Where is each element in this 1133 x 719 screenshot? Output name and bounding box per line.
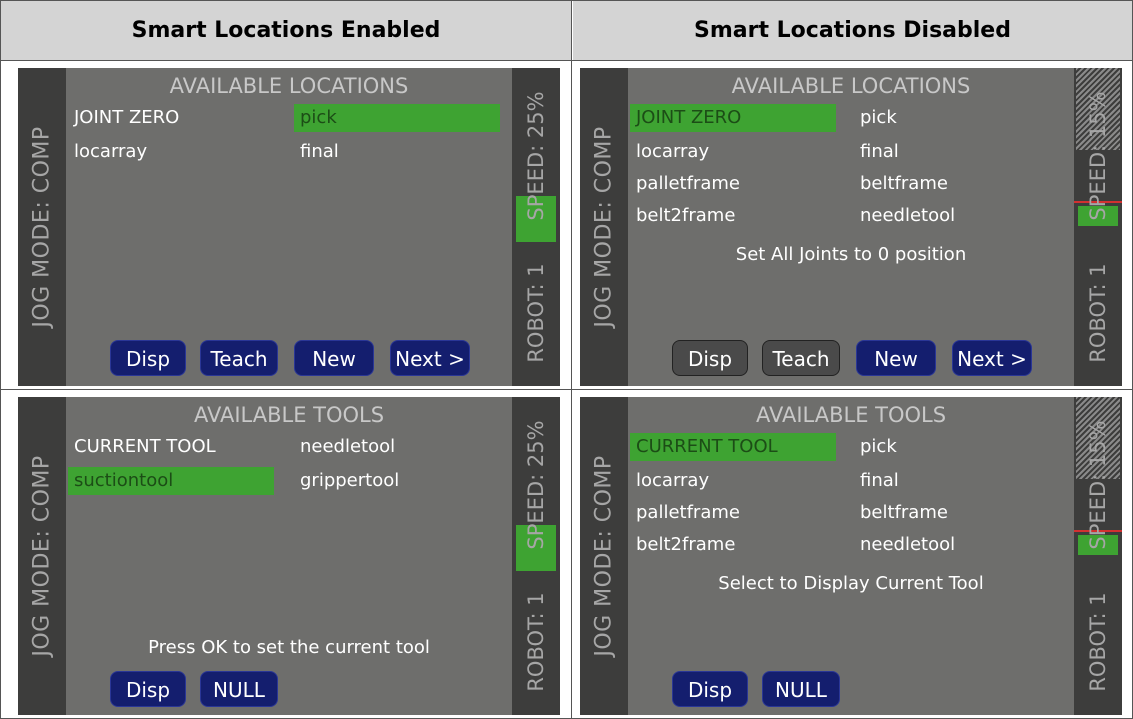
location-item-beltframe[interactable]: beltframe xyxy=(854,170,1054,198)
null-button[interactable]: NULL xyxy=(762,671,840,707)
screen-locations-enabled: JOG MODE: COMP AVAILABLE LOCATIONS JOINT… xyxy=(18,68,560,386)
jog-mode-strip[interactable]: JOG MODE: COMP xyxy=(18,397,66,715)
jog-mode-label: JOG MODE: COMP xyxy=(591,126,617,328)
tool-item-needletool[interactable]: needletool xyxy=(294,433,494,461)
status-strip: SPEED: 25% ROBOT: 1 xyxy=(512,397,560,715)
next-button[interactable]: Next > xyxy=(390,340,470,376)
new-button[interactable]: New xyxy=(856,340,936,376)
robot-label[interactable]: ROBOT: 1 xyxy=(524,263,548,362)
location-item-belt2frame[interactable]: belt2frame xyxy=(630,202,830,230)
location-item-pick[interactable]: pick xyxy=(854,104,1054,132)
tool-item-belt2frame[interactable]: belt2frame xyxy=(630,531,830,559)
tool-item-needletool[interactable]: needletool xyxy=(854,531,1054,559)
tool-item-final[interactable]: final xyxy=(854,467,1054,495)
table-border-top xyxy=(0,0,1133,1)
tool-item-beltframe[interactable]: beltframe xyxy=(854,499,1054,527)
screen-tools-enabled: JOG MODE: COMP AVAILABLE TOOLS CURRENT T… xyxy=(18,397,560,715)
jog-mode-label: JOG MODE: COMP xyxy=(29,455,55,657)
location-item-joint-zero[interactable]: JOINT ZERO xyxy=(68,104,268,132)
tool-item-current-tool-selected[interactable]: CURRENT TOOL xyxy=(630,433,836,461)
teach-button[interactable]: Teach xyxy=(200,340,278,376)
screen-title: AVAILABLE TOOLS xyxy=(755,403,947,427)
tool-item-pick[interactable]: pick xyxy=(854,433,1054,461)
null-button[interactable]: NULL xyxy=(200,671,278,707)
table-border-left xyxy=(0,0,1,719)
status-strip: SPEED: 15% ROBOT: 1 xyxy=(1074,68,1122,386)
tool-item-current-tool[interactable]: CURRENT TOOL xyxy=(68,433,278,461)
header-enabled: Smart Locations Enabled xyxy=(1,0,571,60)
tool-item-grippertool[interactable]: grippertool xyxy=(294,467,494,495)
location-item-palletframe[interactable]: palletframe xyxy=(630,170,830,198)
location-item-needletool[interactable]: needletool xyxy=(854,202,1054,230)
screen-tools-disabled: JOG MODE: COMP AVAILABLE TOOLS CURRENT T… xyxy=(580,397,1122,715)
location-item-joint-zero-selected[interactable]: JOINT ZERO xyxy=(630,104,836,132)
screen-locations-disabled: JOG MODE: COMP AVAILABLE LOCATIONS JOINT… xyxy=(580,68,1122,386)
status-strip: SPEED: 25% ROBOT: 1 xyxy=(512,68,560,386)
header-disabled: Smart Locations Disabled xyxy=(573,0,1132,60)
disp-button[interactable]: Disp xyxy=(110,671,186,707)
screen-title: AVAILABLE LOCATIONS xyxy=(169,74,409,98)
jog-mode-strip[interactable]: JOG MODE: COMP xyxy=(18,68,66,386)
location-item-pick-selected[interactable]: pick xyxy=(294,104,500,132)
table-border-middle xyxy=(0,389,1133,390)
disp-button[interactable]: Disp xyxy=(672,671,748,707)
location-item-locarray[interactable]: locarray xyxy=(68,138,268,166)
location-item-final[interactable]: final xyxy=(854,138,1054,166)
speed-label[interactable]: SPEED: 15% xyxy=(1086,91,1110,220)
speed-label[interactable]: SPEED: 25% xyxy=(524,91,548,220)
location-item-locarray[interactable]: locarray xyxy=(630,138,830,166)
help-message: Press OK to set the current tool xyxy=(148,637,430,658)
table-border-header xyxy=(0,60,1133,61)
help-message: Set All Joints to 0 position xyxy=(735,244,967,265)
status-strip: SPEED: 15% ROBOT: 1 xyxy=(1074,397,1122,715)
robot-label[interactable]: ROBOT: 1 xyxy=(1086,592,1110,691)
jog-mode-label: JOG MODE: COMP xyxy=(591,455,617,657)
screen-title: AVAILABLE LOCATIONS xyxy=(731,74,971,98)
tool-item-locarray[interactable]: locarray xyxy=(630,467,830,495)
location-item-final[interactable]: final xyxy=(294,138,494,166)
table-border-center xyxy=(571,0,572,719)
disp-button-disabled[interactable]: Disp xyxy=(672,340,748,376)
teach-button-disabled[interactable]: Teach xyxy=(762,340,840,376)
jog-mode-strip[interactable]: JOG MODE: COMP xyxy=(580,397,628,715)
help-message: Select to Display Current Tool xyxy=(718,573,984,594)
disp-button[interactable]: Disp xyxy=(110,340,186,376)
tool-item-suctiontool-selected[interactable]: suctiontool xyxy=(68,467,274,495)
jog-mode-strip[interactable]: JOG MODE: COMP xyxy=(580,68,628,386)
robot-label[interactable]: ROBOT: 1 xyxy=(524,592,548,691)
speed-label[interactable]: SPEED: 25% xyxy=(524,420,548,549)
screen-title: AVAILABLE TOOLS xyxy=(193,403,385,427)
new-button[interactable]: New xyxy=(294,340,374,376)
robot-label[interactable]: ROBOT: 1 xyxy=(1086,263,1110,362)
next-button[interactable]: Next > xyxy=(952,340,1032,376)
jog-mode-label: JOG MODE: COMP xyxy=(29,126,55,328)
speed-label[interactable]: SPEED: 15% xyxy=(1086,420,1110,549)
comparison-table: Smart Locations Enabled Smart Locations … xyxy=(0,0,1133,719)
tool-item-palletframe[interactable]: palletframe xyxy=(630,499,830,527)
